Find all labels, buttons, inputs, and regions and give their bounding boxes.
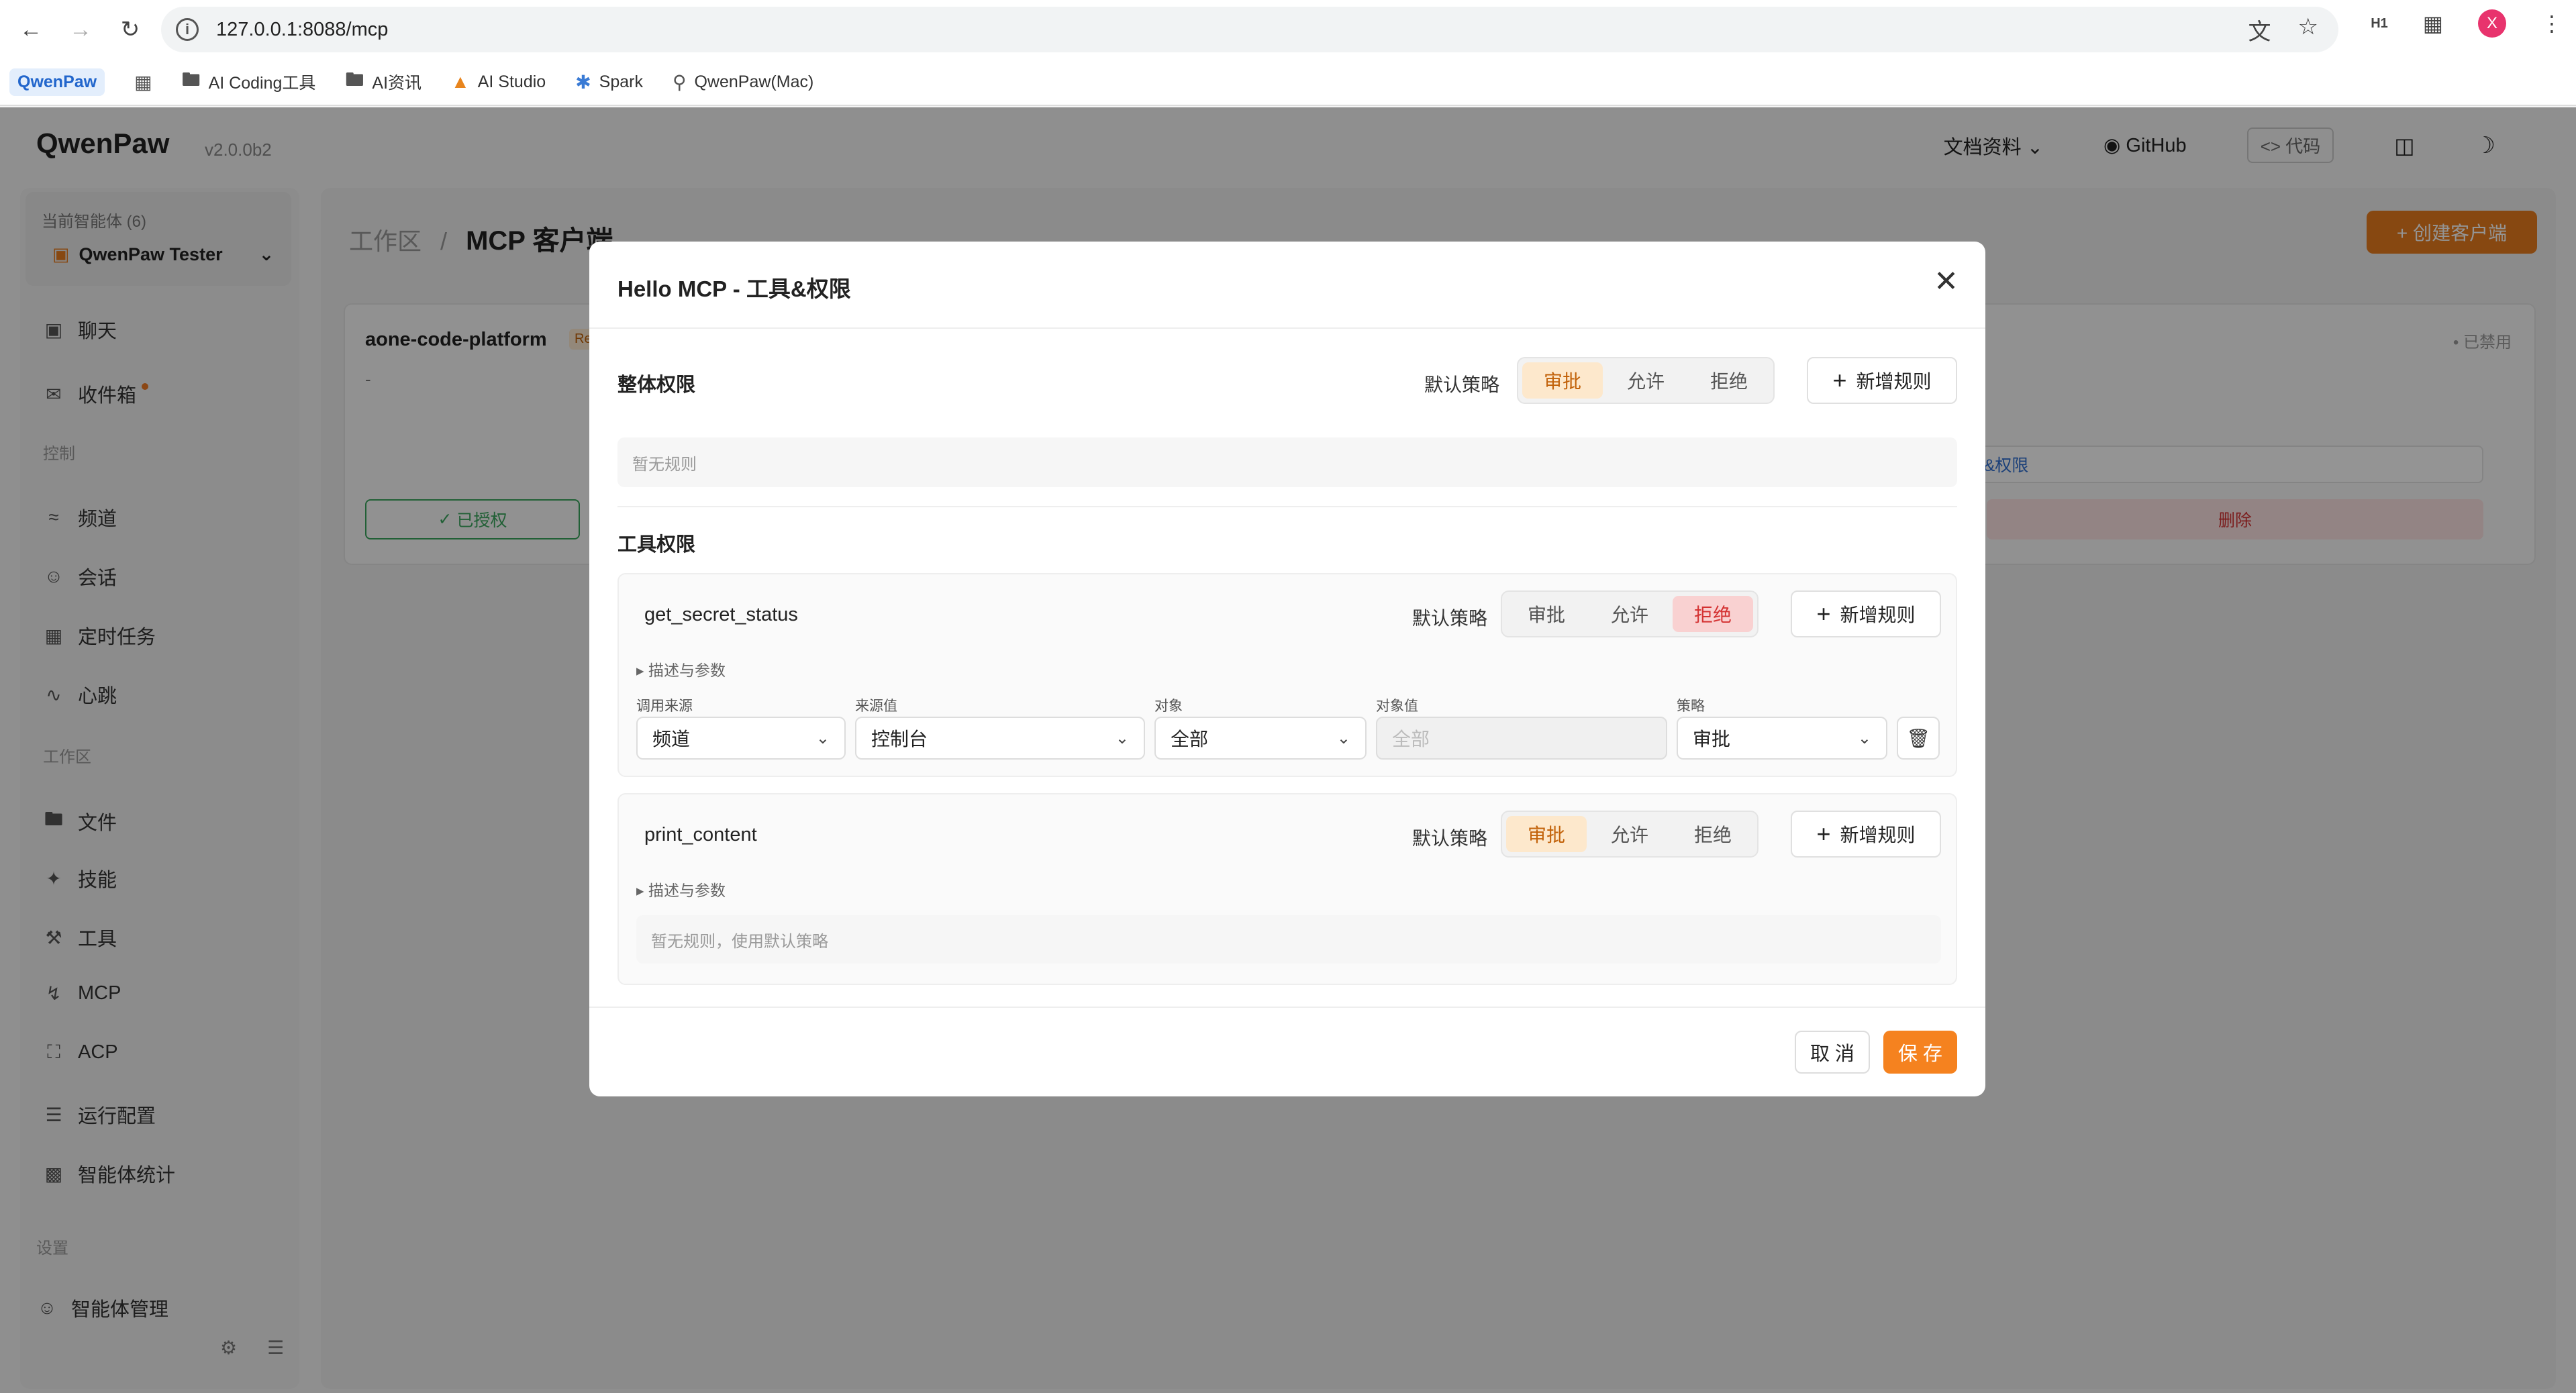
tool-name: get_secret_status xyxy=(644,604,798,625)
bookmark-star-icon[interactable]: ☆ xyxy=(2298,13,2318,46)
browser-menu-icon[interactable]: ⋮ xyxy=(2541,11,2563,36)
q-icon: ⚲ xyxy=(672,71,687,93)
extension-h1-icon[interactable]: H1 xyxy=(2371,16,2388,32)
strategy-option-deny[interactable]: 拒绝 xyxy=(1673,816,1753,852)
tool-permissions-title: 工具权限 xyxy=(617,534,696,556)
modal-title: Hello MCP - 工具&权限 xyxy=(617,276,851,301)
strategy-option-approve[interactable]: 审批 xyxy=(1506,816,1587,852)
policy-select[interactable]: 审批 ⌄ xyxy=(1677,717,1887,760)
tool-card-print-content: print_content 默认策略 审批 允许 拒绝 + 新增规则 ▸ 描述与… xyxy=(617,793,1957,985)
policy-select-value: 审批 xyxy=(1693,729,1731,750)
chevron-down-icon: ⌄ xyxy=(1336,729,1350,747)
extensions-puzzle-icon[interactable]: ▦ xyxy=(2423,11,2443,36)
bookmark-qwenpaw[interactable]: QwenPaw xyxy=(9,68,105,96)
address-bar[interactable]: i 127.0.0.1:8088/mcp 文 ☆ xyxy=(161,7,2338,52)
chevron-down-icon: ⌄ xyxy=(815,729,830,747)
reload-icon[interactable]: ↻ xyxy=(111,11,149,48)
tool-card-get-secret-status: get_secret_status 默认策略 审批 允许 拒绝 + 新增规则 ▸… xyxy=(617,573,1957,777)
add-rule-label: 新增规则 xyxy=(1840,825,1916,845)
strategy-option-deny[interactable]: 拒绝 xyxy=(1689,362,1769,399)
section-divider xyxy=(617,506,1957,507)
site-info-icon[interactable]: i xyxy=(176,18,199,41)
strategy-option-allow[interactable]: 允许 xyxy=(1589,816,1670,852)
bookmark-label: AI Coding工具 xyxy=(208,74,316,93)
target-value-placeholder: 全部 xyxy=(1392,729,1430,750)
source-select-value: 频道 xyxy=(652,729,691,750)
bookmark-ai-news[interactable]: 🖿 AI资讯 xyxy=(345,66,422,98)
overall-empty-rules: 暂无规则 xyxy=(617,437,1957,487)
back-arrow-icon[interactable]: ← xyxy=(12,11,50,48)
default-strategy-label: 默认策略 xyxy=(1412,828,1488,849)
tool-strategy-segmented: 审批 允许 拒绝 xyxy=(1501,811,1758,858)
tool-empty-rules: 暂无规则，使用默认策略 xyxy=(636,915,1941,964)
bookmark-label: QwenPaw xyxy=(17,72,97,91)
source-select[interactable]: 频道 ⌄ xyxy=(636,717,846,760)
bookmark-apps[interactable]: ▦ xyxy=(134,71,152,93)
caret-right-icon: ▸ xyxy=(636,662,648,679)
source-value-select[interactable]: 控制台 ⌄ xyxy=(855,717,1145,760)
field-label-target-value: 对象值 xyxy=(1376,699,1418,714)
field-label-policy: 策略 xyxy=(1677,699,1705,714)
description-params-toggle[interactable]: ▸ 描述与参数 xyxy=(636,658,726,680)
bookmark-qwenpaw-mac[interactable]: ⚲ QwenPaw(Mac) xyxy=(673,71,813,93)
plus-icon: + xyxy=(1816,820,1831,847)
source-value-select-value: 控制台 xyxy=(871,729,928,750)
bookmark-label: Spark xyxy=(599,72,643,91)
chevron-down-icon: ⌄ xyxy=(1115,729,1129,747)
description-params-toggle[interactable]: ▸ 描述与参数 xyxy=(636,878,726,900)
target-select-value: 全部 xyxy=(1171,729,1209,750)
strategy-option-approve[interactable]: 审批 xyxy=(1522,362,1603,399)
cancel-button[interactable]: 取 消 xyxy=(1795,1031,1870,1074)
tool-strategy-segmented: 审批 允许 拒绝 xyxy=(1501,590,1758,637)
strategy-option-deny[interactable]: 拒绝 xyxy=(1673,596,1753,632)
add-rule-label: 新增规则 xyxy=(1856,371,1932,392)
strategy-option-allow[interactable]: 允许 xyxy=(1589,596,1670,632)
strategy-option-approve[interactable]: 审批 xyxy=(1506,596,1587,632)
translate-icon[interactable]: 文 xyxy=(2248,13,2271,46)
field-label-source: 调用来源 xyxy=(636,699,693,714)
bookmark-ai-coding[interactable]: 🖿 AI Coding工具 xyxy=(182,66,316,98)
trash-icon[interactable]: 🗑 xyxy=(1897,717,1940,760)
forward-arrow-icon[interactable]: → xyxy=(62,11,99,48)
description-params-label: 描述与参数 xyxy=(648,882,726,899)
url-text[interactable]: 127.0.0.1:8088/mcp xyxy=(216,19,388,41)
tool-add-rule-button[interactable]: + 新增规则 xyxy=(1791,811,1941,858)
default-strategy-label: 默认策略 xyxy=(1424,374,1500,395)
add-rule-label: 新增规则 xyxy=(1840,605,1916,625)
flame-icon: ▲ xyxy=(451,71,470,92)
strategy-option-allow[interactable]: 允许 xyxy=(1605,362,1686,399)
overall-strategy-segmented: 审批 允许 拒绝 xyxy=(1517,357,1775,404)
browser-toolbar: ← → ↻ i 127.0.0.1:8088/mcp 文 ☆ H1 ▦ X ⋮ xyxy=(0,0,2576,59)
spark-icon: ✱ xyxy=(575,71,591,93)
plus-icon: + xyxy=(1816,600,1831,627)
modal-footer: 取 消 保 存 xyxy=(589,1007,1985,1096)
target-select[interactable]: 全部 ⌄ xyxy=(1154,717,1367,760)
folder-icon: 🖿 xyxy=(181,69,201,90)
default-strategy-label: 默认策略 xyxy=(1412,608,1488,629)
field-label-target: 对象 xyxy=(1154,699,1183,714)
folder-icon: 🖿 xyxy=(345,69,364,90)
target-value-input[interactable]: 全部 xyxy=(1376,717,1667,760)
profile-avatar[interactable]: X xyxy=(2478,9,2506,38)
field-label-source-value: 来源值 xyxy=(855,699,897,714)
close-icon[interactable]: ✕ xyxy=(1934,267,1959,297)
plus-icon: + xyxy=(1832,366,1847,394)
bookmark-label: AI资讯 xyxy=(372,74,422,93)
bookmarks-bar: QwenPaw ▦ 🖿 AI Coding工具 🖿 AI资讯 ▲ AI Stud… xyxy=(0,59,2576,106)
save-button[interactable]: 保 存 xyxy=(1883,1031,1957,1074)
tools-permissions-modal: Hello MCP - 工具&权限 ✕ 整体权限 默认策略 审批 允许 拒绝 +… xyxy=(589,242,1985,1096)
bookmark-spark[interactable]: ✱ Spark xyxy=(575,71,643,93)
apps-grid-icon: ▦ xyxy=(134,71,152,93)
caret-right-icon: ▸ xyxy=(636,882,648,899)
modal-header: Hello MCP - 工具&权限 ✕ xyxy=(589,242,1985,329)
description-params-label: 描述与参数 xyxy=(648,662,726,679)
tool-add-rule-button[interactable]: + 新增规则 xyxy=(1791,590,1941,637)
bookmark-ai-studio[interactable]: ▲ AI Studio xyxy=(451,71,546,93)
chevron-down-icon: ⌄ xyxy=(1857,729,1871,747)
bookmark-label: QwenPaw(Mac) xyxy=(694,72,814,91)
overall-permissions-title: 整体权限 xyxy=(617,374,696,396)
bookmark-label: AI Studio xyxy=(477,72,546,91)
overall-add-rule-button[interactable]: + 新增规则 xyxy=(1807,357,1957,404)
tool-name: print_content xyxy=(644,824,757,845)
